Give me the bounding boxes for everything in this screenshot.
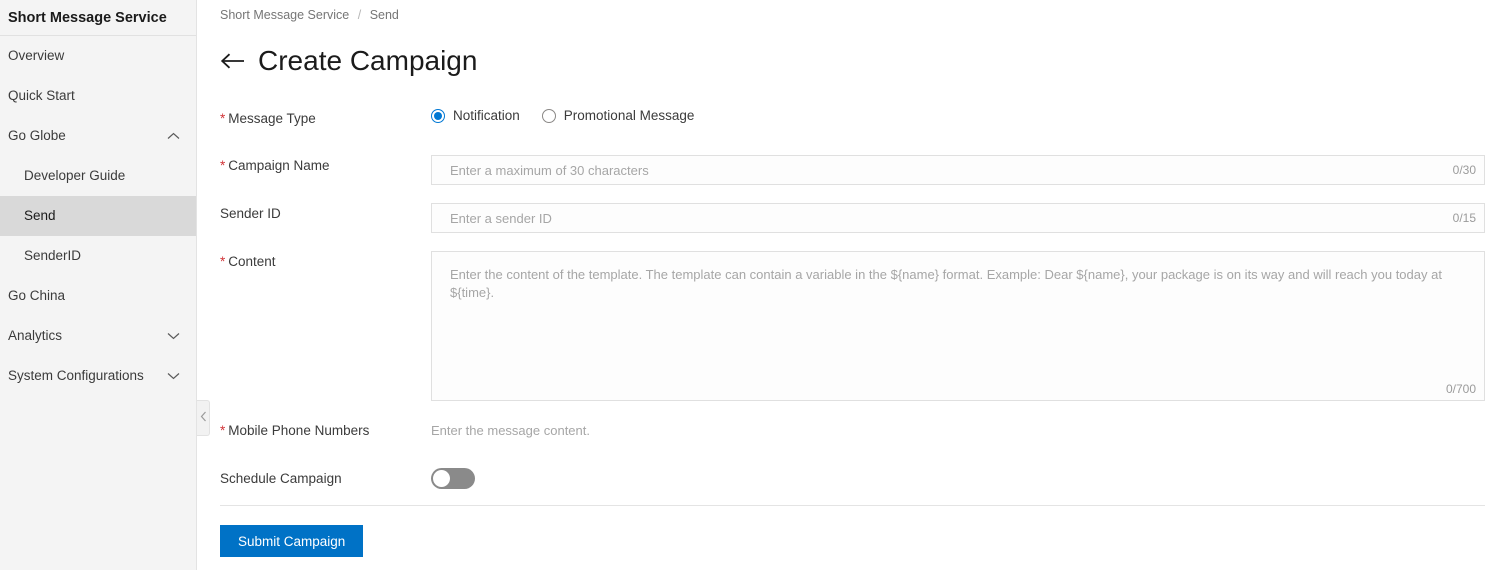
- form-row-sender-id: Sender ID Enter a sender ID 0/15: [220, 203, 1485, 233]
- form-row-content: * Content Enter the content of the templa…: [220, 251, 1485, 401]
- form-row-mobile-phone-numbers: * Mobile Phone Numbers Enter the message …: [220, 420, 1485, 439]
- submit-campaign-button[interactable]: Submit Campaign: [220, 525, 364, 557]
- toggle-knob: [433, 470, 450, 487]
- page-title: Create Campaign: [258, 45, 478, 76]
- sender-id-placeholder: Enter a sender ID: [450, 210, 552, 226]
- form-row-schedule-campaign: Schedule Campaign: [220, 468, 1485, 489]
- content-placeholder: Enter the content of the template. The t…: [450, 267, 1442, 300]
- sidebar-item-senderid[interactable]: SenderID: [0, 236, 196, 276]
- form-row-campaign-name: * Campaign Name Enter a maximum of 30 cha…: [220, 155, 1485, 185]
- breadcrumb-current[interactable]: Send: [370, 8, 399, 22]
- required-asterisk: *: [220, 111, 226, 126]
- sidebar-item-label: SenderID: [24, 248, 82, 263]
- sidebar-item-label: Go China: [8, 288, 66, 303]
- sidebar-item-label: Developer Guide: [24, 168, 126, 183]
- mobile-phone-numbers-label: * Mobile Phone Numbers: [220, 423, 370, 438]
- message-type-label: * Message Type: [220, 111, 316, 126]
- content-label: * Content: [220, 254, 276, 269]
- breadcrumb-root[interactable]: Short Message Service: [220, 8, 349, 22]
- sidebar-item-go-globe[interactable]: Go Globe: [0, 116, 196, 156]
- campaign-name-placeholder: Enter a maximum of 30 characters: [450, 162, 649, 178]
- content-textarea[interactable]: Enter the content of the template. The t…: [431, 251, 1485, 401]
- sender-id-input[interactable]: Enter a sender ID 0/15: [431, 203, 1485, 233]
- radio-notification-label: Notification: [453, 108, 520, 123]
- radio-promotional-message-label: Promotional Message: [563, 108, 695, 123]
- breadcrumb-separator: /: [357, 8, 362, 22]
- campaign-name-input[interactable]: Enter a maximum of 30 characters 0/30: [431, 155, 1485, 185]
- radio-promotional-message[interactable]: Promotional Message: [541, 108, 695, 123]
- sidebar-item-system-configurations[interactable]: System Configurations: [0, 356, 196, 396]
- chevron-up-icon[interactable]: [167, 116, 180, 156]
- message-type-radio-group: Notification Promotional Message: [431, 108, 1485, 123]
- sidebar-item-overview[interactable]: Overview: [0, 36, 196, 76]
- sidebar-item-label: Quick Start: [8, 88, 75, 103]
- sidebar-collapse-handle[interactable]: [197, 400, 210, 436]
- sidebar-item-label: Go Globe: [8, 128, 66, 143]
- sidebar-nav: Overview Quick Start Go Globe Developer Gui…: [0, 36, 196, 396]
- schedule-campaign-label: Schedule Campaign: [220, 471, 342, 486]
- sidebar-item-analytics[interactable]: Analytics: [0, 316, 196, 356]
- chevron-down-icon[interactable]: [167, 356, 180, 396]
- sidebar: Short Message Service Overview Quick Star…: [0, 0, 197, 570]
- radio-mark-icon: [541, 108, 556, 123]
- radio-notification[interactable]: Notification: [431, 108, 520, 123]
- sidebar-item-send[interactable]: Send: [0, 196, 196, 236]
- sidebar-item-label: Send: [24, 208, 56, 223]
- campaign-name-counter: 0/30: [1452, 163, 1476, 177]
- sender-id-counter: 0/15: [1452, 211, 1476, 225]
- radio-mark-icon: [431, 108, 445, 123]
- sidebar-item-quick-start[interactable]: Quick Start: [0, 76, 196, 116]
- schedule-campaign-toggle[interactable]: [431, 468, 475, 489]
- sidebar-item-go-china[interactable]: Go China: [0, 276, 196, 316]
- sidebar-item-developer-guide[interactable]: Developer Guide: [0, 156, 196, 196]
- sidebar-title: Short Message Service: [0, 0, 196, 36]
- sidebar-item-label: System Configurations: [8, 368, 144, 383]
- sidebar-item-label: Analytics: [8, 328, 63, 343]
- breadcrumb: Short Message Service / Send: [220, 8, 399, 22]
- main-content: Short Message Service / Send Create Camp…: [198, 0, 1497, 570]
- sender-id-label: Sender ID: [220, 206, 281, 221]
- sidebar-item-label: Overview: [8, 48, 65, 63]
- form-divider: [220, 505, 1485, 506]
- chevron-down-icon[interactable]: [167, 316, 180, 356]
- form-row-message-type: * Message Type Notification Promotional M…: [220, 108, 1485, 127]
- arrow-left-icon[interactable]: [220, 51, 246, 71]
- mobile-phone-numbers-helper: Enter the message content.: [431, 423, 590, 438]
- required-asterisk: *: [220, 254, 226, 269]
- required-asterisk: *: [220, 158, 226, 173]
- page-header: Create Campaign: [220, 44, 477, 78]
- content-counter: 0/700: [1445, 382, 1476, 396]
- required-asterisk: *: [220, 423, 226, 438]
- chevron-left-icon: [200, 409, 207, 427]
- campaign-name-label: * Campaign Name: [220, 158, 330, 173]
